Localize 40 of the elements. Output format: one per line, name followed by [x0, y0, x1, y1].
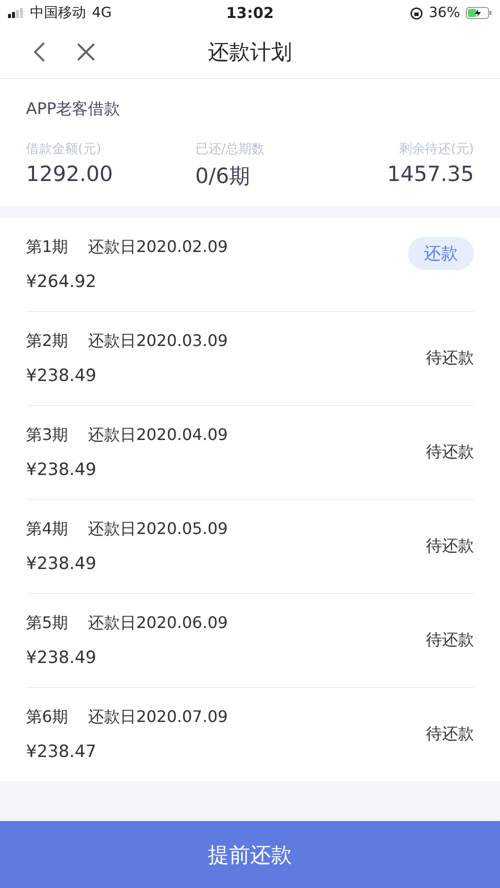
- stat-value: 0/6期: [195, 163, 250, 190]
- due-date: 还款日2020.02.09: [88, 237, 228, 258]
- due-date: 还款日2020.05.09: [88, 519, 228, 540]
- stat-label: 借款金额(元): [26, 141, 102, 158]
- rotation-lock-icon: [410, 6, 423, 20]
- installment-amount: ¥238.49: [26, 554, 98, 574]
- loan-name: APP老客借款: [26, 99, 122, 120]
- due-date: 还款日2020.07.09: [88, 707, 228, 728]
- payment-status: 待还款: [426, 536, 474, 557]
- period-label: 第6期: [26, 707, 68, 728]
- installment-amount: ¥238.47: [26, 742, 98, 762]
- stat-label: 已还/总期数: [195, 141, 265, 158]
- period-label: 第5期: [26, 613, 68, 634]
- installment-amount: ¥238.49: [26, 460, 98, 480]
- installment-amount: ¥264.92: [26, 272, 98, 292]
- payment-status: 待还款: [426, 630, 474, 651]
- payment-status: 待还款: [426, 442, 474, 463]
- period-label: 第1期: [26, 237, 68, 258]
- stat-value: 1292.00: [26, 162, 113, 186]
- period-label: 第3期: [26, 425, 68, 446]
- period-label: 第2期: [26, 331, 68, 352]
- battery-percent: 36%: [428, 5, 460, 21]
- battery-icon: [466, 7, 492, 19]
- period-label: 第4期: [26, 519, 68, 540]
- installment-amount: ¥238.49: [26, 648, 98, 668]
- repay-button[interactable]: 还款: [408, 237, 474, 270]
- prepay-button[interactable]: 提前还款: [0, 821, 500, 888]
- installment-amount: ¥238.49: [26, 366, 98, 386]
- payment-status: 待还款: [426, 348, 474, 369]
- clock-time: 13:02: [226, 4, 274, 22]
- due-date: 还款日2020.06.09: [88, 613, 228, 634]
- page-title: 还款计划: [208, 39, 292, 66]
- stat-value: 1457.35: [387, 162, 474, 186]
- due-date: 还款日2020.04.09: [88, 425, 228, 446]
- payment-status: 待还款: [426, 724, 474, 745]
- signal-icon: [8, 8, 24, 18]
- carrier-name: 中国移动: [30, 4, 86, 22]
- network-type: 4G: [92, 5, 112, 21]
- due-date: 还款日2020.03.09: [88, 331, 228, 352]
- stat-label: 剩余待还(元): [398, 141, 474, 158]
